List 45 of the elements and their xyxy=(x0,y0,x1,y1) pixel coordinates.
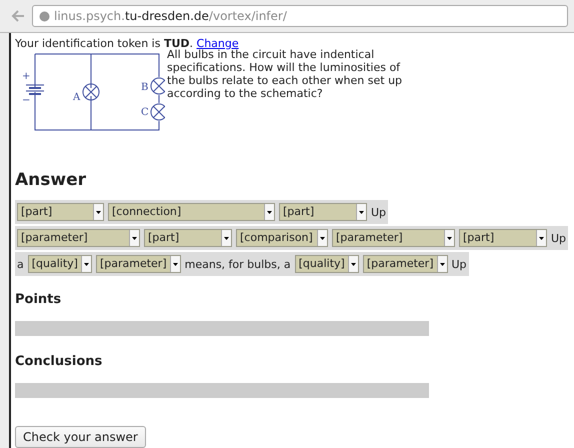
up-link[interactable]: Up xyxy=(452,258,467,270)
back-arrow-icon[interactable] xyxy=(10,9,26,23)
sentence-text: means, for bulbs, a xyxy=(184,258,291,270)
caret-icon xyxy=(172,262,178,266)
sentence-text: a xyxy=(17,258,24,270)
up-link[interactable]: Up xyxy=(551,232,566,244)
dropdown[interactable]: [parameter] xyxy=(17,229,140,247)
change-link[interactable]: Change xyxy=(196,37,239,50)
caret-icon xyxy=(224,236,229,240)
bulb-label: B xyxy=(141,82,148,93)
dropdown[interactable]: [comparison] xyxy=(236,229,328,247)
dropdown[interactable]: [connection] xyxy=(108,203,275,221)
dropdown[interactable]: [quality] xyxy=(294,255,359,273)
address-bar[interactable]: linus.psych.tu-dresden.de/vortex/infer/ xyxy=(32,5,568,27)
token-sentence: Your identification token is TUD. Change xyxy=(15,37,239,50)
dropdown[interactable]: [part] xyxy=(279,203,367,221)
bulb-label: C xyxy=(141,107,149,118)
up-link[interactable]: Up xyxy=(371,206,386,218)
bulb-label: A xyxy=(73,92,80,103)
dropdown[interactable]: [part] xyxy=(144,229,232,247)
dropdown[interactable]: [parameter] xyxy=(362,255,448,273)
caret-icon xyxy=(267,210,272,214)
check-answer-button[interactable]: Check your answer xyxy=(15,426,146,448)
caret-icon xyxy=(447,236,452,240)
question-text: All bulbs in the circuit have indentical specifications. How will the luminosities of the bulbs relate to each other when set up according to the schematic? xyxy=(167,48,404,102)
dropdown[interactable]: [parameter] xyxy=(96,255,181,273)
dropdown[interactable]: [quality] xyxy=(28,255,92,273)
caret-icon xyxy=(84,262,89,266)
answer-heading: Answer xyxy=(15,170,87,190)
caret-icon xyxy=(359,210,364,214)
plus-sign: + xyxy=(22,71,30,82)
caret-icon xyxy=(96,210,101,214)
section-heading: Points xyxy=(15,292,62,307)
dropdown[interactable]: [part] xyxy=(17,203,104,221)
caret-icon xyxy=(440,262,444,266)
dropdown[interactable]: [part] xyxy=(459,229,547,247)
caret-icon xyxy=(320,236,325,240)
url-text: linus.psych.tu-dresden.de/vortex/infer/ xyxy=(54,9,287,23)
section-heading: Conclusions xyxy=(15,354,104,369)
caret-icon xyxy=(539,236,544,240)
caret-icon xyxy=(350,262,356,266)
caret-icon xyxy=(132,236,137,240)
minus-sign: − xyxy=(22,95,30,106)
dropdown[interactable]: [parameter] xyxy=(332,229,455,247)
globe-icon xyxy=(39,10,50,22)
